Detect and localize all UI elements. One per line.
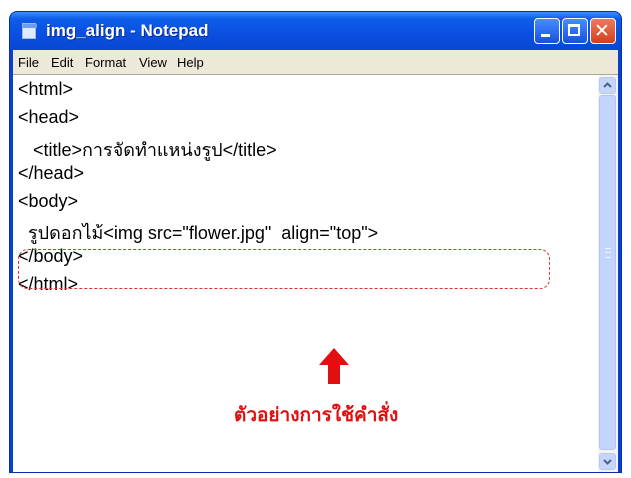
close-button[interactable]: ✕ [590, 18, 616, 44]
editor-line: <head> [18, 107, 80, 127]
minimize-icon [541, 34, 550, 37]
window-title: img_align - Notepad [46, 21, 209, 40]
maximize-icon [568, 24, 580, 36]
menu-view[interactable]: View [139, 55, 167, 70]
editor-line: <title>การจัดทำแหน่งรูป</title> [18, 140, 277, 160]
chevron-down-icon [603, 459, 612, 465]
editor-line: </head> [18, 163, 85, 183]
chevron-up-icon [603, 82, 612, 88]
menu-format[interactable]: Format [85, 55, 126, 70]
title-bar[interactable]: img_align - Notepad ✕ [10, 12, 621, 50]
scroll-up-button[interactable] [599, 77, 616, 94]
editor-line: <html> [18, 79, 74, 99]
grip-icon [605, 248, 611, 258]
vertical-scrollbar[interactable] [598, 75, 618, 472]
scroll-thumb[interactable] [599, 95, 616, 450]
menu-bar: File Edit Format View Help [13, 50, 618, 74]
highlight-box [18, 249, 550, 289]
menu-help[interactable]: Help [177, 55, 204, 70]
menu-file[interactable]: File [18, 55, 39, 70]
scroll-down-button[interactable] [599, 453, 616, 470]
menu-edit[interactable]: Edit [51, 55, 73, 70]
annotation-caption: ตัวอย่างการใช้คำสั่ง [234, 404, 399, 426]
editor-line: รูปดอกไม้<img src="flower.jpg" align="to… [18, 223, 379, 243]
arrow-up-icon [319, 348, 349, 384]
notepad-icon[interactable] [22, 23, 37, 39]
minimize-button[interactable] [534, 18, 560, 44]
editor-line: <body> [18, 191, 79, 211]
close-icon: ✕ [594, 20, 610, 42]
maximize-button[interactable] [562, 18, 588, 44]
